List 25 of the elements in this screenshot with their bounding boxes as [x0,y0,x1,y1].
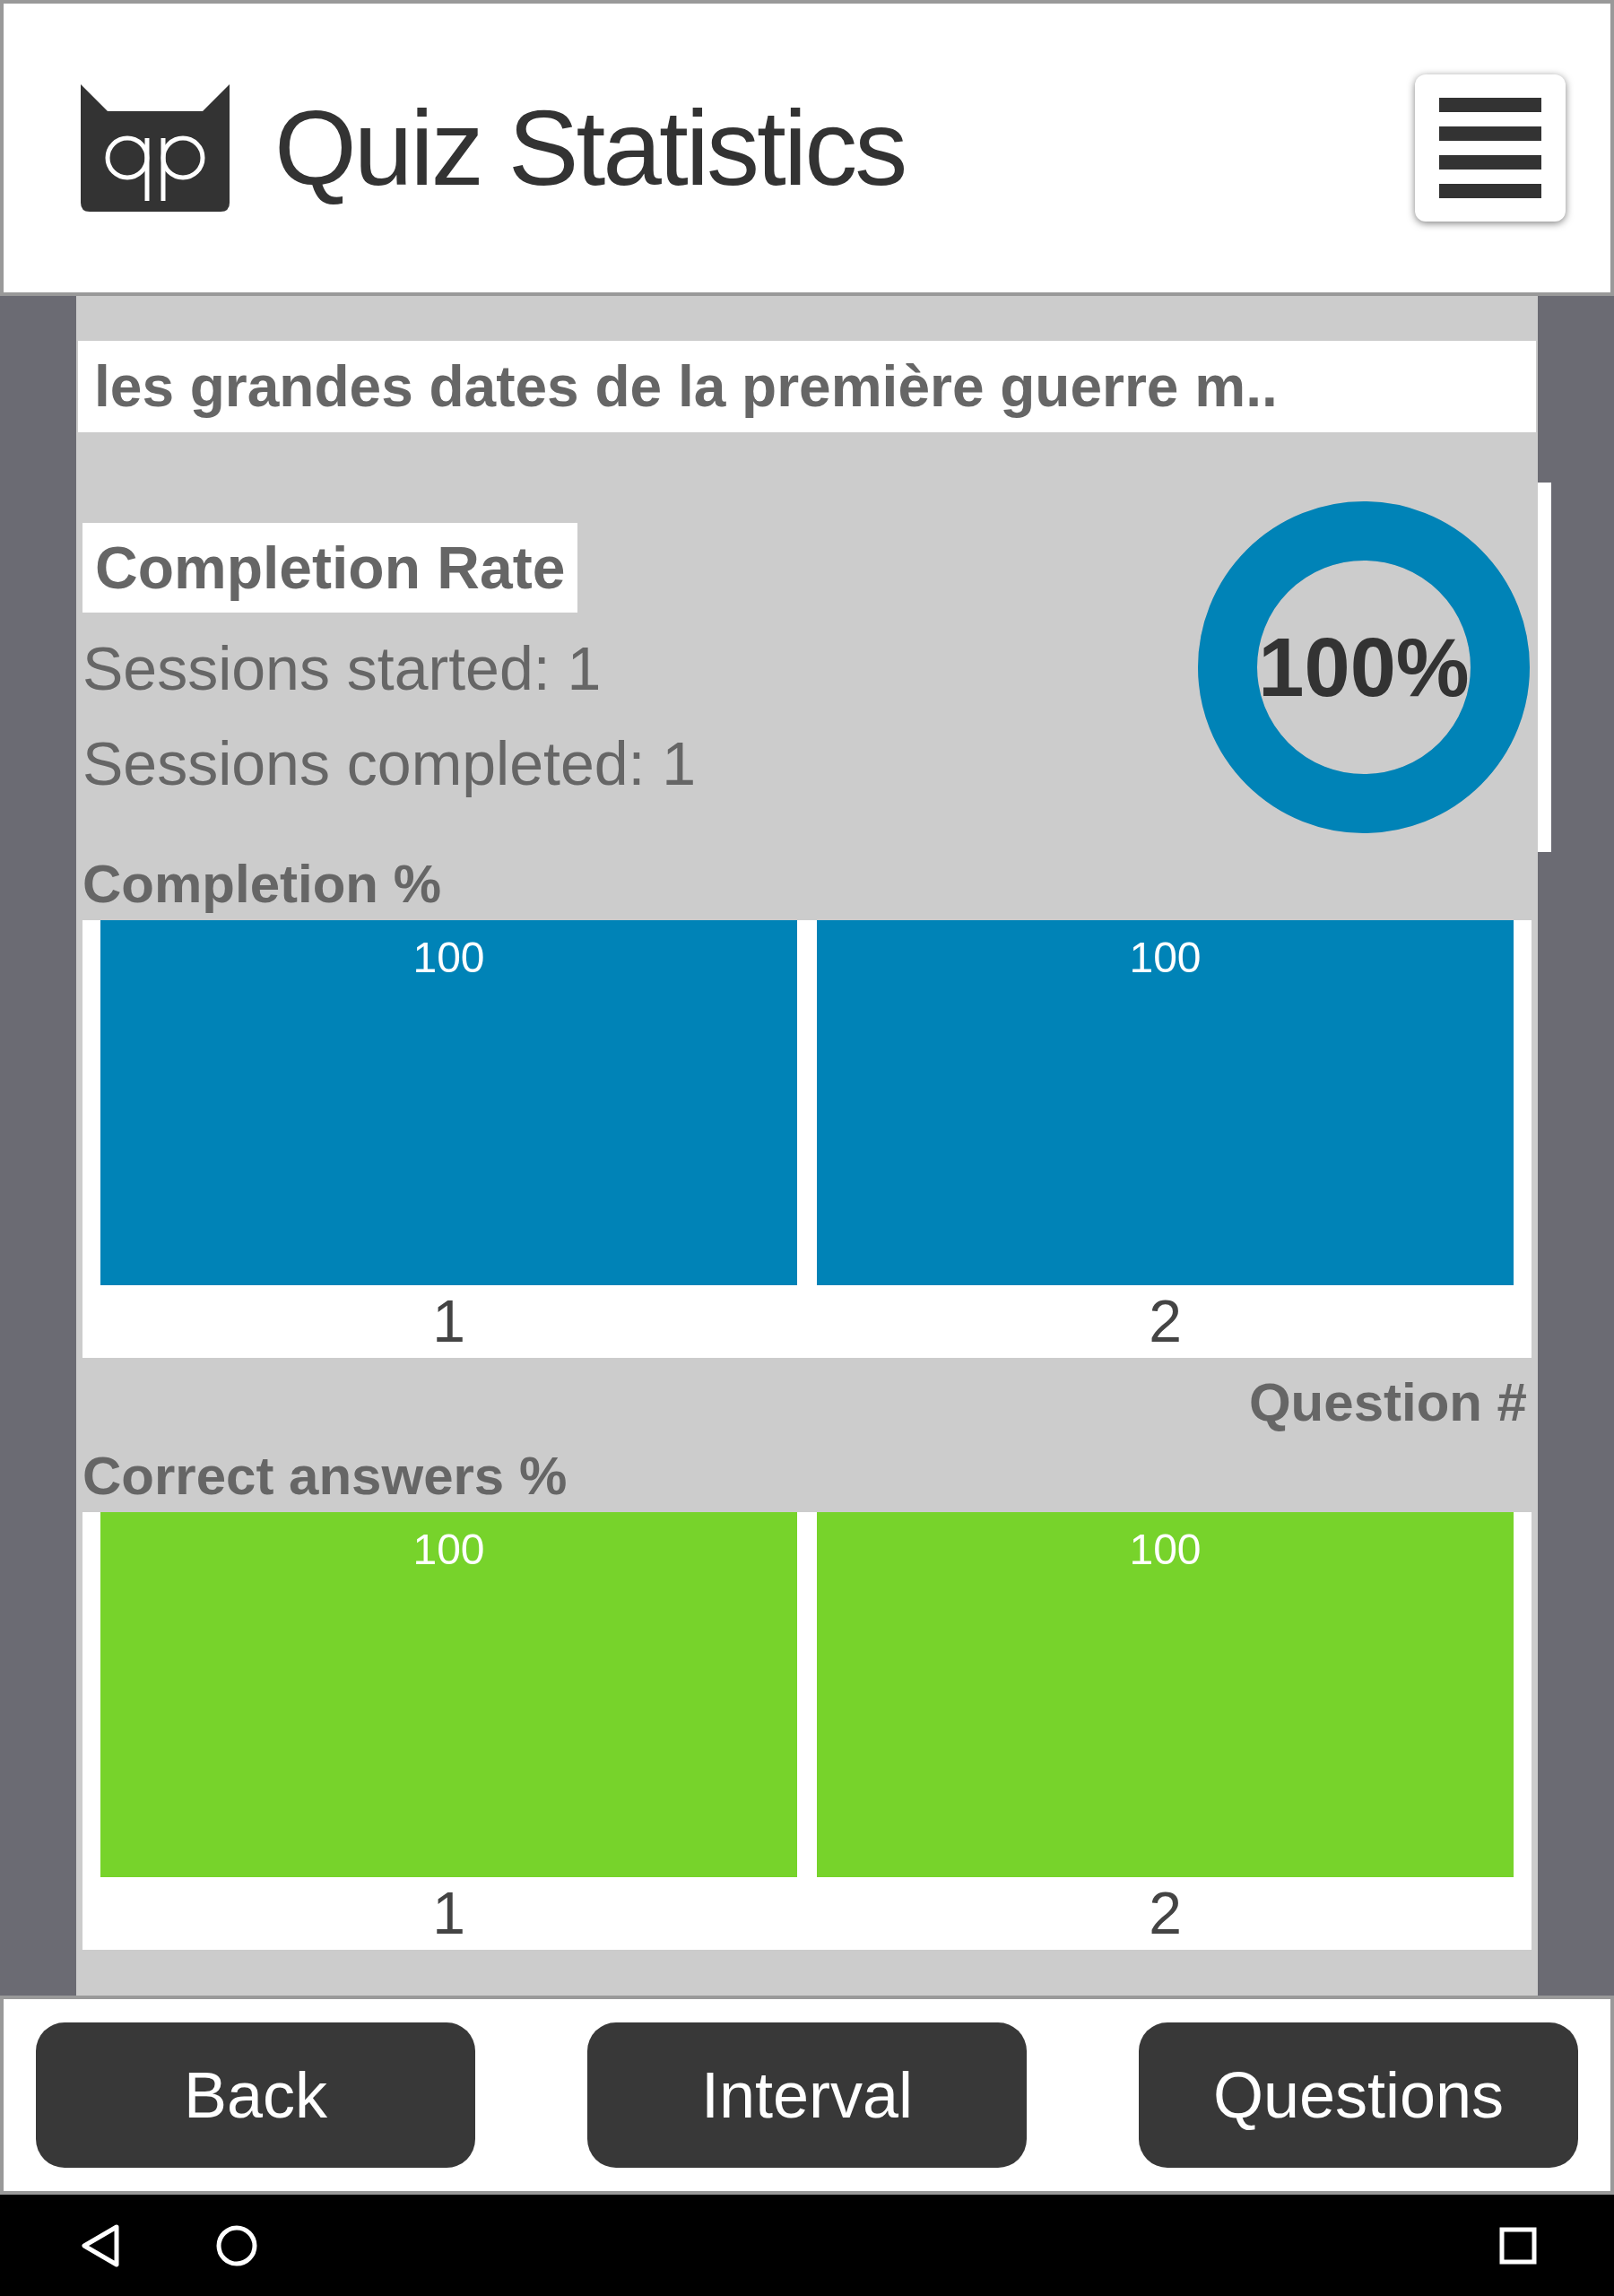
recents-nav-icon[interactable] [1499,2226,1537,2265]
nav-button[interactable]: Questions [1139,2022,1578,2168]
nav-button[interactable]: Back [36,2022,475,2168]
sessions-started-text: Sessions started: 1 [82,633,603,704]
section-label: Completion Rate [82,523,578,613]
cat-logo-icon [81,84,230,212]
value-label: 100 [412,934,485,981]
menu-button[interactable] [1415,74,1566,222]
value-label: 100 [412,1526,485,1573]
back-nav-icon[interactable] [81,2222,120,2268]
value-label: 100 [1129,1526,1202,1573]
menu-icon [1439,98,1541,198]
axis-label: 1 [432,1879,465,1948]
quiz-title: les grandes dates de la première guerre m.. [94,353,1278,421]
axis-label: 1 [432,1287,465,1356]
nav-button[interactable]: Interval [587,2022,1027,2168]
axis-label: 2 [1149,1287,1182,1356]
axis-label: 2 [1149,1879,1182,1948]
sessions-completed-text: Sessions completed: 1 [82,728,697,799]
chart-title: Correct answers % [82,1445,568,1508]
percent-label: 100% [1258,621,1470,715]
chart-title: Completion % [82,853,442,916]
value-label: 100 [1129,934,1202,981]
axis-title: Question # [1248,1371,1528,1434]
home-nav-icon[interactable] [215,2223,258,2267]
